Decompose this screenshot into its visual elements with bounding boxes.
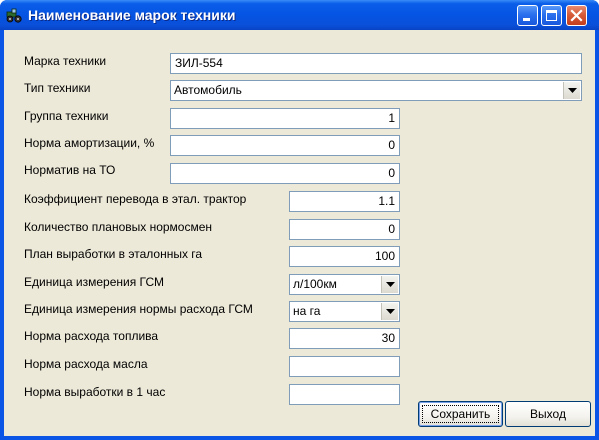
save-button[interactable]: Сохранить	[418, 401, 503, 427]
exit-button[interactable]: Выход	[505, 401, 591, 427]
close-button[interactable]	[566, 5, 587, 26]
maximize-button[interactable]	[541, 5, 562, 26]
fuel-unit-dropdown-button[interactable]	[381, 276, 398, 293]
dialog-window: Наименование марок техники Марка техники…	[0, 0, 599, 440]
fuel-unit-select[interactable]: л/100км	[289, 274, 400, 295]
chevron-down-icon	[386, 282, 395, 287]
fuel-unit-label: Единица измерения ГСМ	[24, 275, 165, 289]
type-select-value: Автомобиль	[174, 83, 242, 97]
brand-input[interactable]: ЗИЛ-554	[170, 53, 582, 74]
type-label: Тип техники	[24, 81, 91, 95]
coef-input[interactable]: 1.1	[289, 191, 400, 212]
chevron-down-icon	[568, 88, 577, 93]
title-bar[interactable]: Наименование марок техники	[0, 0, 599, 30]
amortization-label: Норма амортизации, %	[24, 136, 155, 150]
amortization-input[interactable]: 0	[170, 135, 400, 156]
plan-input[interactable]: 100	[289, 246, 400, 267]
group-label: Группа техники	[24, 109, 109, 123]
dialog-client-area: Марка техники ЗИЛ-554 Тип техники Автомо…	[4, 30, 595, 436]
fuel-rate-label: Норма расхода топлива	[24, 329, 159, 343]
minimize-icon	[523, 18, 530, 21]
fuel-unit-select-value: л/100км	[293, 277, 337, 291]
plan-label: План выработки в эталонных га	[24, 247, 203, 261]
window-title: Наименование марок техники	[28, 7, 236, 23]
coef-label: Коэффициент перевода в этал. трактор	[24, 192, 247, 206]
exit-button-label: Выход	[530, 407, 566, 421]
rate-unit-label: Единица измерения нормы расхода ГСМ	[24, 302, 253, 316]
rate-unit-select-value: на га	[293, 304, 321, 318]
tractor-app-icon[interactable]	[6, 7, 22, 23]
save-button-label: Сохранить	[430, 407, 491, 421]
rate-unit-select[interactable]: на га	[289, 301, 400, 322]
to-norm-label: Норматив на ТО	[24, 163, 116, 177]
rate-unit-dropdown-button[interactable]	[381, 303, 398, 320]
chevron-down-icon	[386, 309, 395, 314]
oil-rate-input[interactable]	[289, 356, 400, 377]
shifts-input[interactable]: 0	[289, 219, 400, 240]
hour-rate-label: Норма выработки в 1 час	[24, 385, 166, 399]
minimize-button[interactable]	[517, 5, 538, 26]
shifts-label: Количество плановых нормосмен	[24, 220, 213, 234]
to-norm-input[interactable]: 0	[170, 163, 400, 184]
close-icon	[570, 9, 583, 22]
type-select-dropdown-button[interactable]	[563, 82, 580, 99]
type-select[interactable]: Автомобиль	[170, 80, 582, 101]
hour-rate-input[interactable]	[289, 384, 400, 405]
fuel-rate-input[interactable]: 30	[289, 328, 400, 349]
group-input[interactable]: 1	[170, 108, 400, 129]
brand-label: Марка техники	[24, 54, 107, 68]
maximize-icon	[546, 10, 557, 21]
oil-rate-label: Норма расхода масла	[24, 357, 148, 371]
